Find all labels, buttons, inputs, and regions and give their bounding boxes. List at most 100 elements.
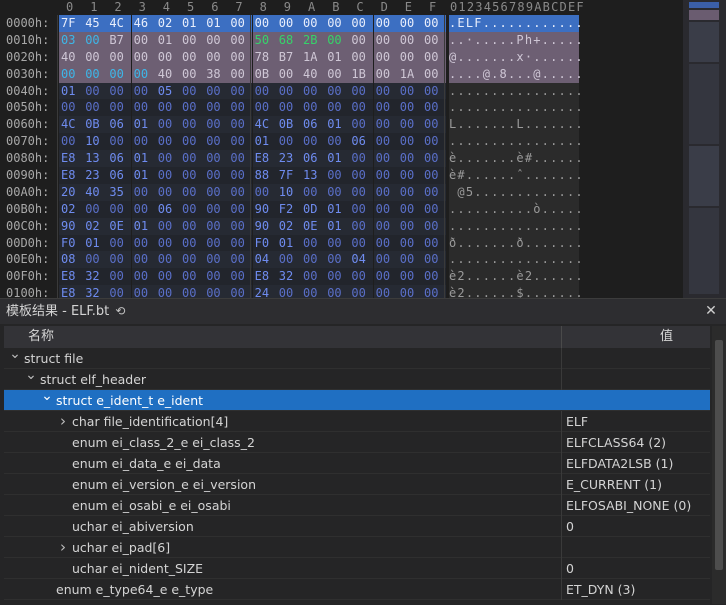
hex-byte[interactable]: 00 xyxy=(155,183,180,201)
hex-byte[interactable]: 01 xyxy=(131,150,156,168)
hex-byte[interactable]: 00 xyxy=(180,99,204,117)
hex-byte[interactable]: 06 xyxy=(107,167,132,184)
hex-byte[interactable]: 00 xyxy=(325,15,350,32)
hex-byte[interactable]: 00 xyxy=(131,48,156,66)
hex-byte[interactable]: 00 xyxy=(107,268,132,286)
hex-byte[interactable]: 00 xyxy=(349,116,374,134)
hex-byte[interactable]: 00 xyxy=(373,48,398,66)
hex-byte[interactable]: 00 xyxy=(204,251,229,269)
hex-byte[interactable]: 1A xyxy=(301,48,325,66)
hex-byte[interactable]: 00 xyxy=(373,217,398,235)
hex-byte[interactable]: 00 xyxy=(422,99,446,117)
hex-byte[interactable]: 00 xyxy=(325,99,350,117)
hex-byte[interactable]: 00 xyxy=(83,65,108,83)
hex-byte[interactable]: 00 xyxy=(373,15,398,32)
hex-ascii[interactable]: è2......$....... xyxy=(449,285,583,298)
hex-byte[interactable]: 00 xyxy=(301,15,325,32)
hex-byte[interactable]: 00 xyxy=(204,217,229,235)
hex-byte[interactable]: 00 xyxy=(228,116,253,134)
hex-byte[interactable]: 32 xyxy=(83,268,108,286)
hex-byte[interactable]: 00 xyxy=(228,183,253,201)
hex-ascii[interactable]: è#......ˆ....... xyxy=(449,167,583,184)
hex-byte[interactable]: F0 xyxy=(252,234,277,252)
hex-byte[interactable]: 06 xyxy=(301,150,325,168)
hex-byte[interactable]: 00 xyxy=(228,217,253,235)
hex-byte[interactable]: 2B xyxy=(301,31,325,49)
hex-row[interactable]: 00A0h: 20 40 35 00 00 00 00 00 00 10 00 00 00 00 00 00 @… xyxy=(0,183,683,201)
hex-byte[interactable]: 01 xyxy=(155,31,180,49)
hex-byte[interactable]: 00 xyxy=(228,15,253,32)
hex-byte[interactable]: 00 xyxy=(228,31,253,49)
hex-byte[interactable]: 90 xyxy=(252,200,277,218)
hex-byte[interactable]: 00 xyxy=(131,99,156,117)
hex-ascii[interactable]: è.......è#...... xyxy=(449,150,583,168)
hex-row[interactable]: 00E0h: 08 00 00 00 00 00 00 00 04 00 00 00 04 00 00 00..… xyxy=(0,251,683,269)
hex-byte[interactable]: 00 xyxy=(155,99,180,117)
hex-byte[interactable]: 00 xyxy=(228,99,253,117)
hex-ascii[interactable]: ....@.8...@..... xyxy=(449,65,583,83)
template-tree-grid[interactable]: 名称 值 ⌄ struct file ⌄ struct elf_header ⌄ stru… xyxy=(4,326,710,605)
hex-byte[interactable]: 23 xyxy=(276,150,301,168)
hex-byte[interactable]: 00 xyxy=(397,99,422,117)
hex-byte[interactable]: 32 xyxy=(83,285,108,298)
hex-byte[interactable]: 00 xyxy=(373,268,398,286)
hex-byte[interactable]: 00 xyxy=(422,167,446,184)
hex-byte[interactable]: 00 xyxy=(349,99,374,117)
hex-byte[interactable]: 00 xyxy=(155,234,180,252)
hex-byte[interactable]: 00 xyxy=(373,99,398,117)
hex-byte[interactable]: 00 xyxy=(180,200,204,218)
hex-byte[interactable]: 00 xyxy=(276,82,301,100)
hex-byte[interactable]: 00 xyxy=(180,234,204,252)
hex-byte[interactable]: 01 xyxy=(252,133,277,151)
hex-byte[interactable]: 00 xyxy=(204,183,229,201)
hex-byte[interactable]: 00 xyxy=(276,133,301,151)
tree-row[interactable]: uchar ei_abiversion 0 xyxy=(4,516,710,537)
hex-byte[interactable]: 00 xyxy=(180,116,204,134)
hex-byte[interactable]: 00 xyxy=(325,133,350,151)
hex-byte[interactable]: 01 xyxy=(131,116,156,134)
hex-byte[interactable]: 01 xyxy=(276,234,301,252)
tree-row[interactable]: enum ei_class_2_e ei_class_2 ELFCLASS64 (… xyxy=(4,432,710,453)
hex-byte[interactable]: 00 xyxy=(180,268,204,286)
hex-byte[interactable]: 00 xyxy=(59,99,83,117)
hex-byte[interactable]: 00 xyxy=(349,183,374,201)
hex-byte[interactable]: E8 xyxy=(252,268,277,286)
hex-byte[interactable]: 00 xyxy=(397,116,422,134)
hex-ascii[interactable]: @5............. xyxy=(449,183,583,201)
hex-byte[interactable]: 90 xyxy=(59,217,83,235)
hex-byte[interactable]: 00 xyxy=(301,133,325,151)
hex-byte[interactable]: 00 xyxy=(373,251,398,269)
hex-byte[interactable]: 00 xyxy=(131,133,156,151)
hex-byte[interactable]: 00 xyxy=(59,133,83,151)
hex-row[interactable]: 0070h: 00 10 00 00 00 00 00 00 01 00 00 00 06 00 00 00..… xyxy=(0,133,683,151)
hex-byte[interactable]: 1A xyxy=(397,65,422,83)
hex-byte[interactable]: E8 xyxy=(59,150,83,168)
hex-byte[interactable]: 00 xyxy=(131,234,156,252)
hex-byte[interactable]: 00 xyxy=(397,48,422,66)
hex-byte[interactable]: 00 xyxy=(422,116,446,134)
hex-byte[interactable]: 4C xyxy=(107,15,132,32)
hex-byte[interactable]: 1B xyxy=(349,65,374,83)
hex-byte[interactable]: 00 xyxy=(422,217,446,235)
hex-byte[interactable]: 00 xyxy=(204,200,229,218)
hex-byte[interactable]: 0E xyxy=(301,217,325,235)
hex-byte[interactable]: 00 xyxy=(180,251,204,269)
hex-byte[interactable]: 00 xyxy=(204,167,229,184)
hex-ascii[interactable]: ................ xyxy=(449,82,583,100)
hex-byte[interactable]: 00 xyxy=(325,234,350,252)
hex-editor[interactable]: 0 1 2 3 4 5 6 7 8 9 A B C D E F 0123456789ABCDEF 0000h: 7… xyxy=(0,0,726,298)
column-header-name[interactable]: 名称 xyxy=(28,326,54,348)
hex-byte[interactable]: 00 xyxy=(155,217,180,235)
hex-byte[interactable]: 00 xyxy=(204,99,229,117)
hex-byte[interactable]: 00 xyxy=(301,251,325,269)
hex-byte[interactable]: 00 xyxy=(228,285,253,298)
hex-byte[interactable]: 00 xyxy=(276,65,301,83)
hex-byte[interactable]: 40 xyxy=(59,48,83,66)
hex-byte[interactable]: 00 xyxy=(373,150,398,168)
hex-byte[interactable]: B7 xyxy=(276,48,301,66)
hex-byte[interactable]: 00 xyxy=(228,200,253,218)
hex-byte[interactable]: 00 xyxy=(228,133,253,151)
hex-byte[interactable]: 03 xyxy=(59,31,83,49)
hex-byte[interactable]: 4C xyxy=(59,116,83,134)
hex-ascii[interactable]: L.......L....... xyxy=(449,116,583,134)
